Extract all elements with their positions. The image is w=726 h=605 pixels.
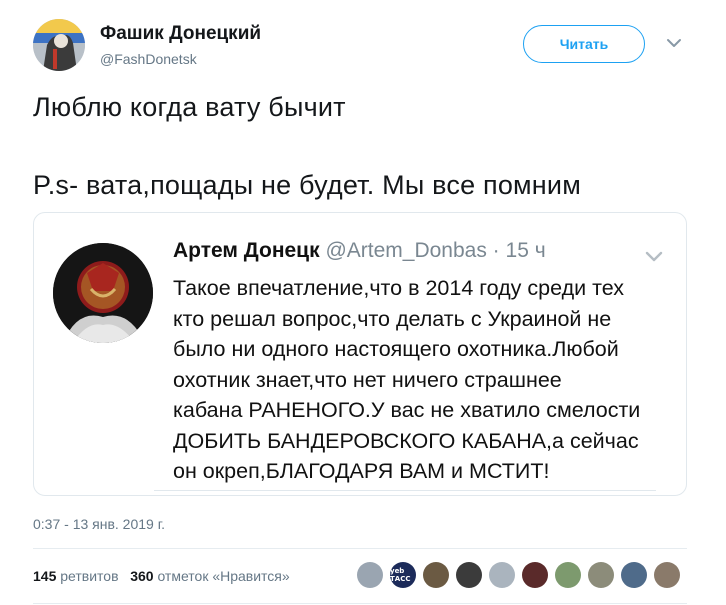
retweets-count: 145 — [33, 568, 57, 584]
quoted-text-line: охотник знает,что нет ничего страшнее — [173, 367, 562, 392]
quoted-tweet-text: Такое впечатление,что в 2014 году среди … — [173, 273, 673, 487]
retweets-label: ретвитов — [60, 568, 119, 584]
quoted-text-line: он окреп,БЛАГОДАРЯ ВАМ и МСТИТ! — [173, 459, 550, 483]
likes-count: 360 — [130, 568, 154, 584]
liker-avatar[interactable] — [423, 562, 449, 588]
liker-avatar[interactable] — [357, 562, 383, 588]
author-handle[interactable]: @FashDonetsk — [100, 51, 197, 67]
tweet-text-line: Люблю когда вату бычит — [33, 92, 346, 122]
liker-avatar[interactable] — [456, 562, 482, 588]
quoted-author-avatar — [53, 243, 153, 343]
liker-avatars: yeb ТАСС — [357, 562, 687, 588]
divider — [33, 548, 687, 549]
liker-avatar[interactable] — [621, 562, 647, 588]
retweets-stat[interactable]: 145 ретвитов — [33, 568, 119, 584]
divider — [33, 603, 687, 604]
follow-button[interactable]: Читать — [523, 25, 645, 63]
author-name[interactable]: Фашик Донецкий — [100, 23, 261, 45]
quoted-text-line: было ни одного настоящего охотника.Любой — [173, 337, 619, 361]
author-avatar[interactable] — [33, 19, 85, 71]
chevron-down-icon[interactable] — [666, 37, 682, 49]
quoted-text-line: ДОБИТЬ БАНДЕРОВСКОГО КАБАНА,а сейчас — [173, 428, 639, 453]
likes-stat[interactable]: 360 отметок «Нравится» — [130, 568, 290, 584]
liker-avatar[interactable] — [654, 562, 680, 588]
liker-avatar[interactable] — [555, 562, 581, 588]
quoted-tweet-card[interactable]: Артем Донецк @Artem_Donbas · 15 ч Такое … — [33, 212, 687, 496]
liker-avatar[interactable]: yeb ТАСС — [390, 562, 416, 588]
quoted-author-name[interactable]: Артем Донецк — [173, 239, 320, 262]
tweet-timestamp[interactable]: 0:37 - 13 янв. 2019 г. — [33, 516, 165, 532]
quoted-text-line: кто решал вопрос,что делать с Украиной н… — [173, 306, 612, 331]
tweet-text-line: P.s- вата,пощады не будет. Мы все помним — [33, 170, 581, 200]
quoted-text-line: Такое впечатление,что в 2014 году среди … — [173, 276, 624, 300]
tweet-stats: 145 ретвитов 360 отметок «Нравится» — [33, 568, 290, 584]
quoted-inner-divider — [154, 490, 656, 495]
liker-avatar[interactable] — [588, 562, 614, 588]
liker-avatar[interactable] — [522, 562, 548, 588]
likes-label: отметок «Нравится» — [157, 568, 290, 584]
liker-avatar[interactable] — [489, 562, 515, 588]
quoted-separator: · — [486, 239, 506, 262]
chevron-down-icon — [645, 251, 663, 262]
quoted-tweet-header: Артем Донецк @Artem_Donbas · 15 ч — [173, 239, 546, 263]
quoted-author-handle[interactable]: @Artem_Donbas — [325, 239, 486, 262]
quoted-time[interactable]: 15 ч — [506, 239, 546, 262]
quoted-text-line: кабана РАНЕНОГО.У вас не хватило смелост… — [173, 398, 641, 422]
